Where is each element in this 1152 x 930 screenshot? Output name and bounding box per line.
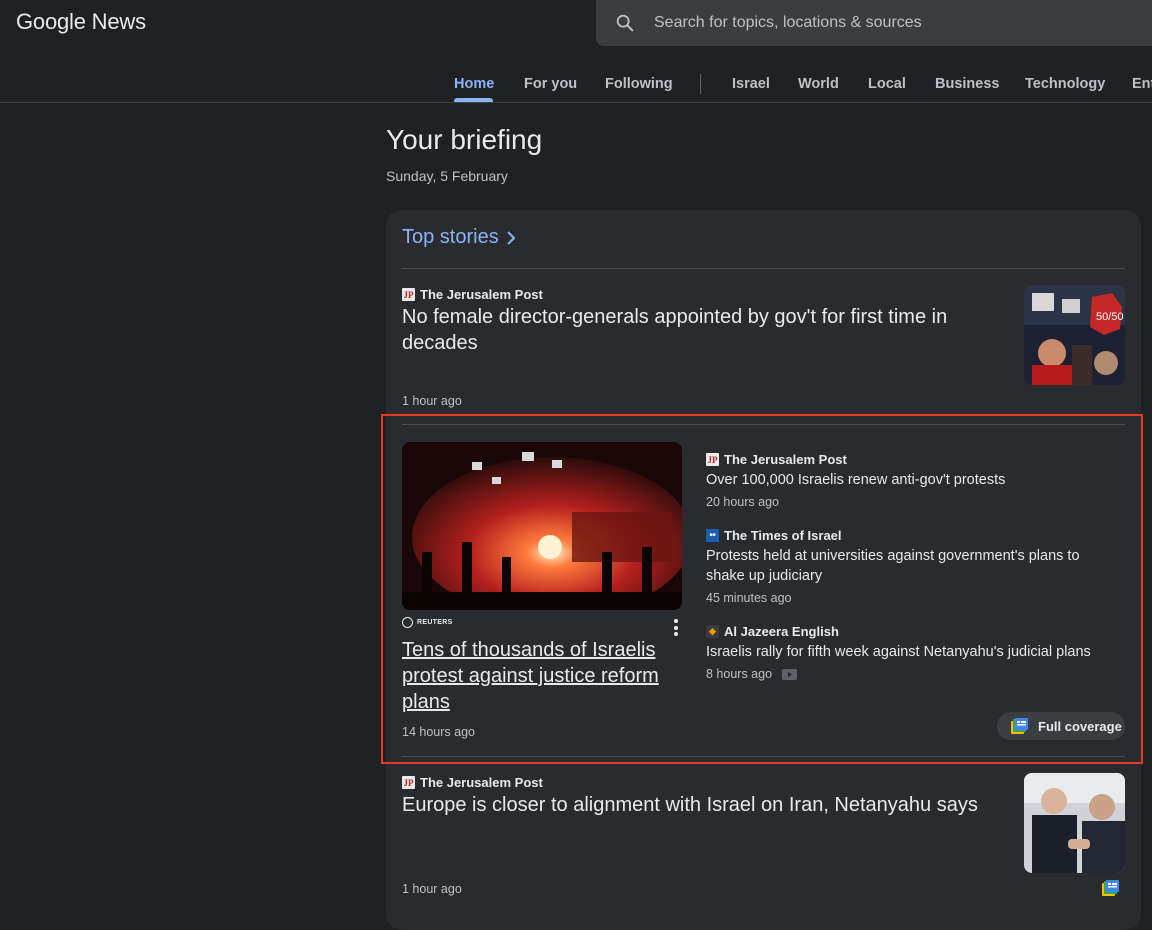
tab-home[interactable]: Home — [454, 76, 494, 92]
active-tab-indicator — [454, 98, 493, 102]
story-source[interactable]: JP The Jerusalem Post — [402, 287, 543, 302]
chevron-right-icon[interactable] — [505, 230, 517, 246]
story-headline[interactable]: Europe is closer to alignment with Israe… — [402, 792, 1002, 818]
page-date: Sunday, 5 February — [386, 168, 508, 184]
jerusalem-post-logo-icon: JP — [402, 776, 415, 789]
story-headline[interactable]: No female director-generals appointed by… — [402, 304, 1002, 356]
tab-world[interactable]: World — [798, 76, 839, 92]
tab-following[interactable]: Following — [605, 76, 673, 92]
divider — [402, 756, 1125, 757]
tab-business[interactable]: Business — [935, 76, 999, 92]
tab-entertainment[interactable]: Ent — [1132, 76, 1152, 92]
tab-local[interactable]: Local — [868, 76, 906, 92]
search-bar[interactable]: Search for topics, locations & sources — [596, 0, 1152, 46]
search-input[interactable]: Search for topics, locations & sources — [654, 14, 922, 32]
full-coverage-icon[interactable] — [1102, 880, 1119, 896]
google-news-logo[interactable]: Google News — [16, 9, 146, 35]
leaders-handshake-image — [1024, 773, 1125, 873]
tab-for-you[interactable]: For you — [524, 76, 577, 92]
top-stories-heading[interactable]: Top stories — [402, 226, 517, 249]
nav-separator — [700, 74, 701, 94]
search-icon[interactable] — [614, 12, 636, 34]
protest-sign-image: 50/50 — [1024, 285, 1125, 385]
story-thumbnail[interactable]: 50/50 — [1024, 285, 1125, 385]
jerusalem-post-logo-icon: JP — [402, 288, 415, 301]
tab-israel[interactable]: Israel — [732, 76, 770, 92]
story-time: 1 hour ago — [402, 882, 462, 896]
tab-technology[interactable]: Technology — [1025, 76, 1105, 92]
source-name[interactable]: The Jerusalem Post — [420, 775, 543, 790]
highlight-box — [381, 414, 1143, 764]
source-name[interactable]: The Jerusalem Post — [420, 287, 543, 302]
page-title: Your briefing — [386, 124, 543, 155]
story-time: 1 hour ago — [402, 394, 462, 408]
top-nav: Home For you Following Israel World Loca… — [0, 56, 1152, 103]
svg-text:50/50: 50/50 — [1096, 311, 1124, 323]
divider — [402, 268, 1125, 269]
story-thumbnail[interactable] — [1024, 773, 1125, 873]
top-stories-label[interactable]: Top stories — [402, 226, 499, 249]
story-source[interactable]: JP The Jerusalem Post — [402, 775, 543, 790]
